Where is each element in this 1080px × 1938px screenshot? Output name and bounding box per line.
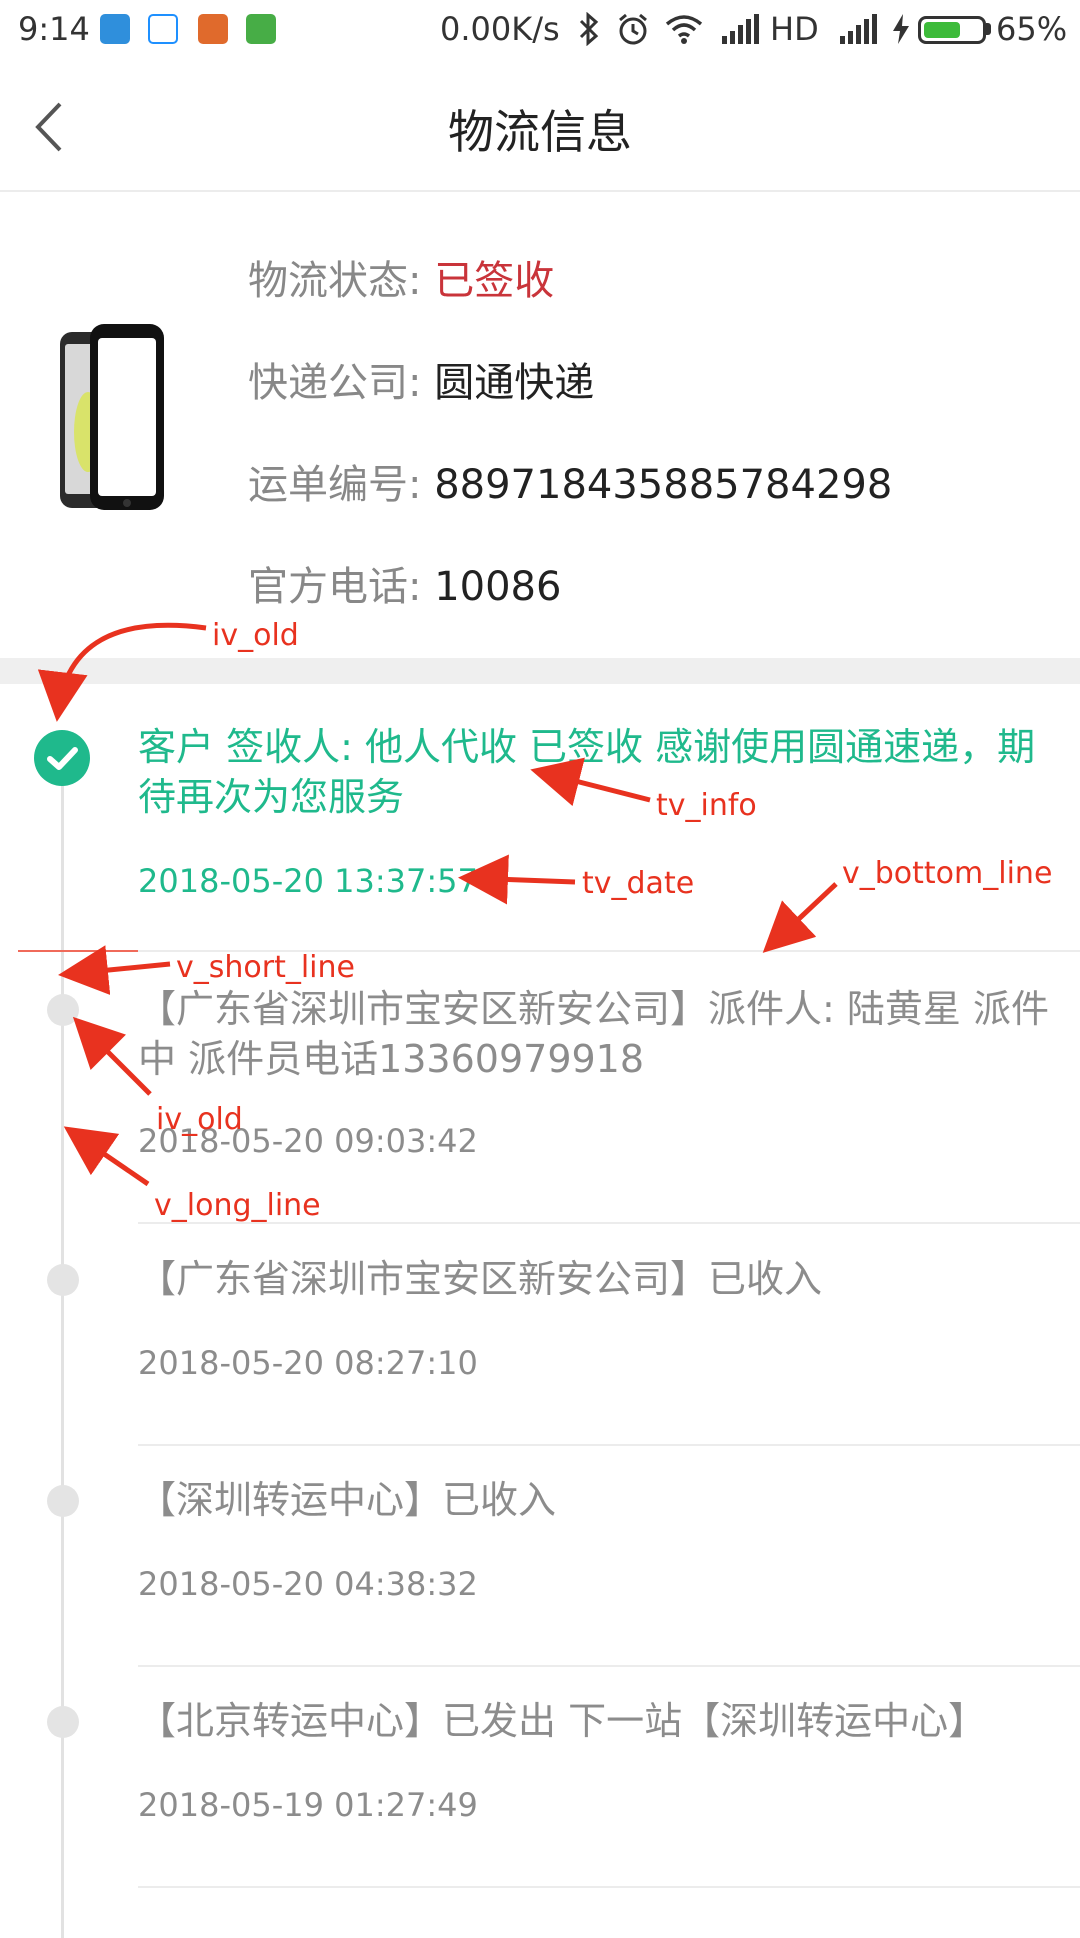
annotation-v-long-line: v_long_line <box>154 1188 321 1223</box>
usb-icon <box>100 14 130 44</box>
timeline-date: 2018-05-20 13:37:57 <box>138 862 478 900</box>
waybill-value[interactable]: 889718435885784298 <box>434 462 892 508</box>
timeline-dot-icon <box>47 1264 79 1296</box>
logistics-info: 物流状态: 已签收 快递公司: 圆通快递 运单编号: 8897184358857… <box>0 192 1080 658</box>
status-time: 9:14 <box>18 10 90 48</box>
annotation-v-short-line: v_short_line <box>176 950 355 985</box>
bluetooth-icon <box>579 12 599 46</box>
phone-label: 官方电话: <box>248 564 422 610</box>
timeline-dot-icon <box>47 994 79 1026</box>
alipay-icon <box>148 14 178 44</box>
timeline-info: 【深圳转运中心】已收入 <box>138 1478 557 1522</box>
v-bottom-line <box>138 1444 1080 1446</box>
status-value: 已签收 <box>434 258 555 304</box>
timeline-info: 【广东省深圳市宝安区新安公司】派件人: 陆黄星 派件中 派件员电话1336097… <box>138 987 1049 1081</box>
status-row: 物流状态: 已签收 <box>248 248 554 306</box>
timeline-dot-icon <box>47 1706 79 1738</box>
page-title: 物流信息 <box>448 105 632 159</box>
battery-percent: 65% <box>996 10 1068 48</box>
alarm-icon <box>619 13 647 45</box>
v-bottom-line <box>138 1665 1080 1667</box>
timeline-date: 2018-05-20 04:38:32 <box>138 1565 478 1603</box>
charging-icon <box>893 14 909 44</box>
annotation-iv-old-2: iv_old <box>156 1102 243 1137</box>
signal-hd-label: HD <box>770 10 819 48</box>
company-value: 圆通快递 <box>434 360 595 406</box>
status-label: 物流状态: <box>248 258 422 304</box>
company-label: 快递公司: <box>248 360 422 406</box>
timeline-date: 2018-05-20 08:27:10 <box>138 1344 478 1382</box>
signal-icon <box>840 14 877 44</box>
waybill-row: 运单编号: 889718435885784298 <box>248 452 892 510</box>
wifi-icon <box>665 15 703 44</box>
timeline-dot-icon <box>47 1485 79 1517</box>
app-icon <box>198 14 228 44</box>
phone-row: 官方电话: 10086 <box>248 554 561 612</box>
waybill-label: 运单编号: <box>248 462 422 508</box>
section-divider <box>0 658 1080 684</box>
checkmark-icon <box>34 730 90 786</box>
timeline-info: 客户 签收人: 他人代收 已签收 感谢使用圆通速递，期待再次为您服务 <box>138 725 1036 819</box>
android-icon <box>246 14 276 44</box>
battery-level <box>924 22 960 38</box>
v-long-line <box>61 758 64 1938</box>
v-short-line <box>18 950 148 952</box>
timeline-info: 【广东省深圳市宝安区新安公司】已收入 <box>138 1257 823 1301</box>
annotation-v-bottom-line: v_bottom_line <box>842 856 1053 891</box>
battery-icon <box>918 16 986 44</box>
status-bar: 9:14 0.00K/s HD 65% <box>0 0 1080 62</box>
title-bar: 物流信息 <box>0 62 1080 192</box>
signal-icon <box>722 14 759 44</box>
battery-cap <box>986 23 991 35</box>
annotation-tv-date: tv_date <box>582 866 695 901</box>
phone-value[interactable]: 10086 <box>434 564 561 610</box>
network-speed: 0.00K/s <box>440 10 560 48</box>
annotation-iv-old: iv_old <box>212 618 299 653</box>
annotation-tv-info: tv_info <box>656 788 757 823</box>
v-bottom-line <box>138 1886 1080 1888</box>
timeline-date: 2018-05-19 01:27:49 <box>138 1786 478 1824</box>
company-row: 快递公司: 圆通快递 <box>248 350 594 408</box>
product-image <box>60 324 164 510</box>
timeline-info: 【北京转运中心】已发出 下一站【深圳转运中心】 <box>138 1699 987 1743</box>
